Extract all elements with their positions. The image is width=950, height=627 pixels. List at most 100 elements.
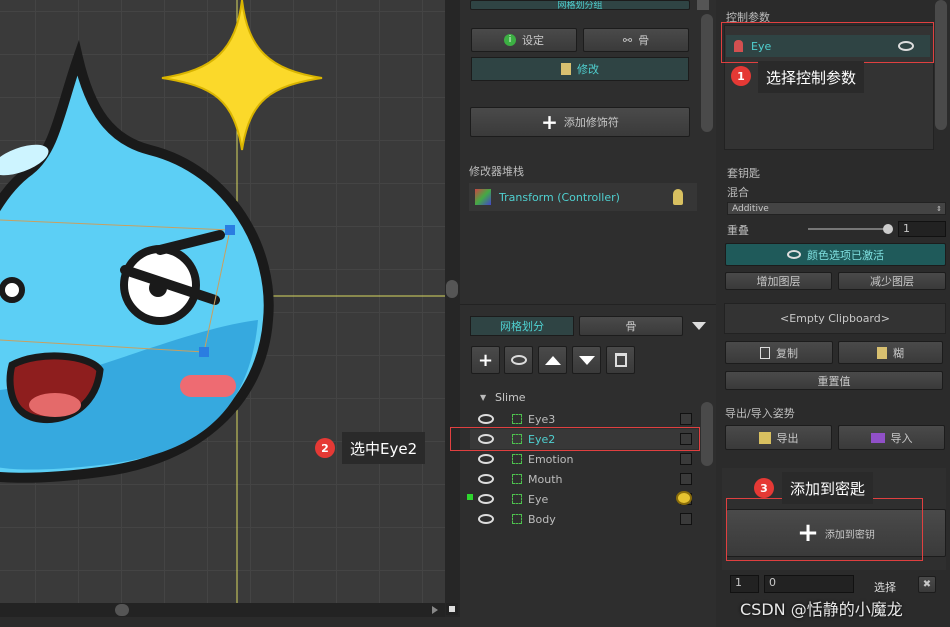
mesh-tree-item[interactable]: Body — [470, 509, 698, 529]
modify-icon — [561, 63, 571, 75]
slime-artwork — [0, 0, 445, 603]
frame-field-1[interactable]: 1 — [730, 575, 759, 593]
close-button[interactable]: ✖ — [918, 576, 936, 593]
import-label: 导入 — [890, 431, 913, 445]
horizontal-scrollbar[interactable] — [0, 603, 445, 617]
mesh-tree-item[interactable]: Eye3 — [470, 409, 698, 429]
pose-label: 导出/导入姿势 — [725, 407, 795, 420]
step-3-badge: 3 — [754, 478, 774, 498]
visibility-eye-icon[interactable] — [478, 494, 494, 504]
bone-button[interactable]: ⚯ 骨 — [583, 28, 689, 52]
add-layer-button[interactable]: 增加图层 — [725, 272, 832, 290]
scroll-thumb[interactable] — [701, 14, 713, 132]
add-modifier-button[interactable]: + 添加修饰符 — [470, 107, 690, 137]
mesh-item-checkbox[interactable] — [680, 453, 692, 465]
tree-collapse-icon[interactable]: ▼ — [480, 393, 486, 402]
canvas-viewport[interactable] — [0, 0, 445, 603]
step-1-callout: 选择控制参数 — [758, 61, 865, 93]
header-tab-label: 网格划分组 — [557, 1, 603, 10]
arrow-up-icon — [544, 355, 561, 365]
mesh-tree-item[interactable]: Emotion — [470, 449, 698, 469]
scroll-thumb[interactable] — [115, 604, 129, 616]
mesh-icon — [512, 514, 522, 524]
weight-slider[interactable] — [808, 228, 892, 230]
tab-bone[interactable]: 骨 — [579, 316, 683, 336]
mesh-tree-item[interactable]: Eye — [470, 489, 698, 509]
visibility-eye-icon[interactable] — [478, 414, 494, 424]
mesh-item-label: Eye3 — [528, 412, 556, 426]
corner-toggle-icon[interactable] — [446, 603, 458, 615]
dropdown-arrow-icon[interactable] — [692, 322, 706, 330]
clipboard-label: <Empty Clipboard> — [780, 312, 890, 325]
viewport-vertical-scrollbar[interactable] — [445, 0, 460, 617]
color-option-button[interactable]: 颜色选项已激活 — [725, 243, 946, 266]
tree-root-label: Slime — [495, 391, 526, 404]
mesh-item-label: Eye — [528, 492, 549, 506]
remove-layer-button[interactable]: 减少图层 — [838, 272, 946, 290]
settings-button[interactable]: i 设定 — [471, 28, 577, 52]
visibility-eye-icon[interactable] — [478, 514, 494, 524]
watermark: CSDN @恬静的小魔龙 — [740, 600, 903, 619]
weight-label: 重叠 — [727, 224, 749, 237]
scroll-right-icon[interactable] — [432, 606, 438, 614]
export-label: 导出 — [776, 431, 799, 445]
scroll-thumb[interactable] — [935, 0, 947, 130]
weight-input[interactable]: 1 — [898, 221, 946, 237]
highlight-box — [450, 427, 700, 451]
add-mesh-button[interactable]: + — [471, 346, 500, 374]
highlight-box — [726, 498, 923, 561]
reset-button[interactable]: 重置值 — [725, 371, 943, 390]
step-3-callout: 添加到密匙 — [782, 472, 874, 504]
blend-select[interactable]: Additive ⇕ — [727, 202, 946, 215]
move-down-button[interactable] — [572, 346, 601, 374]
copy-button[interactable]: 复制 — [725, 341, 833, 364]
visibility-eye-icon[interactable] — [478, 454, 494, 464]
mesh-group-button[interactable] — [504, 346, 533, 374]
add-modifier-label: 添加修饰符 — [563, 116, 619, 129]
modify-tab[interactable]: 修改 — [471, 57, 689, 81]
tab-bone-label: 骨 — [625, 320, 637, 333]
select-button[interactable]: 选择 — [874, 579, 896, 595]
move-up-button[interactable] — [538, 346, 567, 374]
color-option-label: 颜色选项已激活 — [807, 248, 884, 262]
step-2-badge: 2 — [315, 438, 335, 458]
paste-icon — [877, 346, 887, 359]
scroll-thumb[interactable] — [446, 280, 458, 298]
mesh-item-checkbox[interactable] — [680, 513, 692, 525]
layer-icon — [510, 355, 527, 365]
tab-mesh-label: 网格划分 — [500, 320, 544, 333]
delete-button[interactable] — [606, 346, 635, 374]
mesh-tree-item[interactable]: Mouth — [470, 469, 698, 489]
scroll-thumb[interactable] — [697, 0, 709, 10]
plus-icon: + — [541, 110, 558, 134]
mesh-icon — [512, 474, 522, 484]
keyset-label: 套钥匙 — [727, 167, 760, 180]
lightbulb-icon[interactable] — [673, 189, 683, 205]
mesh-icon — [512, 494, 522, 504]
export-icon — [758, 431, 771, 444]
header-tab[interactable]: 网格划分组 — [470, 0, 690, 10]
copy-icon — [760, 346, 770, 359]
mesh-item-label: Body — [528, 512, 556, 526]
visibility-eye-icon[interactable] — [478, 474, 494, 484]
mesh-item-checkbox[interactable] — [680, 413, 692, 425]
info-icon: i — [504, 34, 516, 46]
frame-field-2[interactable]: 0 — [764, 575, 854, 593]
import-button[interactable]: 导入 — [838, 425, 945, 450]
arrow-down-icon — [578, 355, 595, 365]
close-icon: ✖ — [922, 579, 932, 590]
export-button[interactable]: 导出 — [725, 425, 832, 450]
active-indicator — [467, 494, 473, 500]
frame-field-1-value: 1 — [735, 576, 742, 589]
weight-slider-handle[interactable] — [883, 224, 893, 234]
settings-button-label: 设定 — [522, 34, 544, 47]
mesh-item-checkbox[interactable] — [680, 473, 692, 485]
mesh-icon — [512, 414, 522, 424]
blend-label: 混合 — [727, 186, 749, 199]
stack-item[interactable]: Transform (Controller) — [469, 183, 697, 211]
paste-button[interactable]: 糊 — [838, 341, 943, 364]
tab-mesh[interactable]: 网格划分 — [470, 316, 574, 336]
blend-value: Additive — [732, 203, 769, 214]
scroll-thumb[interactable] — [701, 402, 713, 466]
bone-button-label: 骨 — [638, 34, 650, 47]
